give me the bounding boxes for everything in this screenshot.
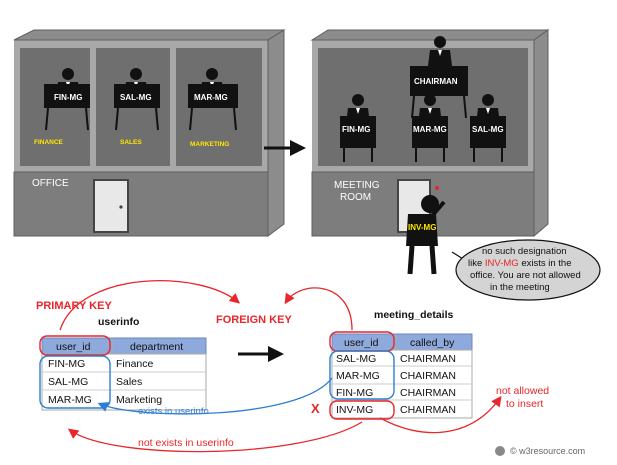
office-building: OFFICE	[13, 29, 286, 237]
not-exists-label: not exists in userinfo	[138, 437, 234, 449]
meeting-cell: INV-MG	[336, 404, 373, 416]
office-desk-label: FIN-MG	[54, 93, 82, 102]
userinfo-col-department: department	[130, 341, 183, 353]
userinfo-col-user-id: user_id	[56, 341, 91, 353]
foreign-key-arrow	[284, 287, 353, 331]
section-marketing: MARKETING	[190, 141, 229, 148]
bubble-line-1: no such designation	[482, 246, 567, 257]
userinfo-table: user_id department FIN-MG Finance SAL-MG…	[39, 335, 207, 411]
meeting-cell: MAR-MG	[336, 370, 380, 382]
exists-label: exists in userinfo	[138, 406, 209, 417]
userinfo-cell: Sales	[116, 376, 142, 388]
section-finance: FINANCE	[34, 139, 64, 146]
meeting-room-label-2: ROOM	[340, 192, 371, 203]
bubble-line-2: like INV-MG exists in the	[468, 258, 572, 269]
meeting-cell: CHAIRMAN	[400, 387, 456, 399]
meeting-cell: CHAIRMAN	[400, 353, 456, 365]
visitor-alert-dot	[435, 186, 439, 190]
office-label: OFFICE	[32, 178, 69, 189]
meeting-details-title: meeting_details	[374, 309, 454, 321]
meeting-cell: FIN-MG	[336, 387, 373, 399]
w3resource-logo-icon	[495, 446, 505, 456]
meeting-cell: SAL-MG	[336, 353, 376, 365]
copyright: © w3resource.com	[495, 446, 585, 456]
meeting-seat-label: SAL-MG	[472, 125, 504, 134]
userinfo-cell: Marketing	[116, 394, 162, 406]
userinfo-cell: MAR-MG	[48, 394, 92, 406]
meeting-seat-label: MAR-MG	[413, 125, 447, 134]
bubble-line-3: office. You are not allowed	[470, 270, 581, 281]
userinfo-cell: FIN-MG	[48, 358, 85, 370]
tables-arrow	[238, 346, 284, 362]
office-door	[93, 179, 129, 233]
visitor-label: INV-MG	[408, 223, 436, 232]
userinfo-cell: Finance	[116, 358, 154, 370]
diagram: OFFICE FIN-MG SAL-MG MAR-MG FINANCE SALE…	[13, 29, 601, 456]
chairman-label: CHAIRMAN	[414, 77, 458, 86]
invalid-x-mark: X	[311, 401, 320, 416]
bubble-line-4: in the meeting	[490, 282, 550, 293]
office-desk-label: SAL-MG	[120, 93, 152, 102]
meeting-seat-label: FIN-MG	[342, 125, 370, 134]
userinfo-title: userinfo	[98, 316, 139, 328]
not-allowed-label-2: to insert	[506, 398, 543, 410]
primary-key-label: PRIMARY KEY	[36, 300, 112, 312]
not-allowed-label-1: not allowed	[496, 385, 549, 397]
speech-bubble: no such designation like INV-MG exists i…	[451, 239, 601, 301]
foreign-key-label: FOREIGN KEY	[216, 314, 292, 326]
meeting-room-label-1: MEETING	[334, 180, 380, 191]
meeting-details-table: user_id called_by SAL-MG CHAIRMAN MAR-MG…	[329, 331, 473, 420]
copyright-text: © w3resource.com	[510, 446, 585, 456]
office-desk-label: MAR-MG	[194, 93, 228, 102]
userinfo-cell: SAL-MG	[48, 376, 88, 388]
meeting-cell: CHAIRMAN	[400, 404, 456, 416]
meeting-col-user-id: user_id	[344, 337, 379, 349]
meeting-cell: CHAIRMAN	[400, 370, 456, 382]
section-sales: SALES	[120, 139, 142, 146]
meeting-col-called-by: called_by	[410, 337, 455, 349]
